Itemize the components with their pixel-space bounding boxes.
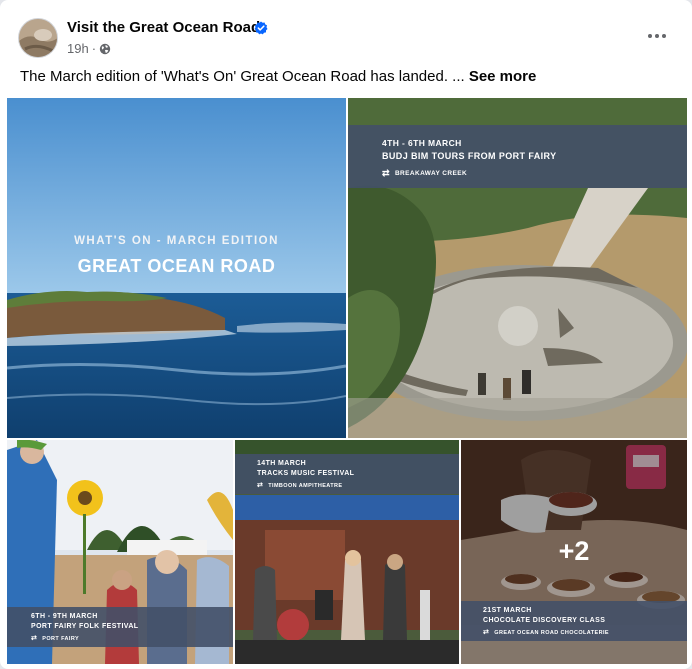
route-icon: ⇄	[483, 629, 490, 636]
chocolate-title: CHOCOLATE DISCOVERY CLASS	[483, 617, 606, 624]
more-options-icon	[648, 34, 652, 38]
verified-badge-icon	[254, 21, 268, 35]
photo-tracks-music[interactable]: 14TH MARCH TRACKS MUSIC FESTIVAL ⇄ TIMBO…	[235, 440, 459, 664]
tracks-music-banner: 14TH MARCH TRACKS MUSIC FESTIVAL ⇄ TIMBO…	[235, 454, 459, 494]
tracks-music-venue-row: ⇄ TIMBOON AMPITHEATRE	[257, 482, 342, 489]
see-more-link[interactable]: See more	[469, 68, 537, 85]
avatar-image	[19, 19, 57, 57]
folk-festival-title: PORT FAIRY FOLK FESTIVAL	[31, 623, 139, 630]
budj-bim-date: 4TH - 6TH MARCH	[382, 138, 462, 148]
post-header: Visit the Great Ocean Road 19h ·	[0, 0, 692, 66]
caption-text: The March edition of 'What's On' Great O…	[20, 68, 465, 85]
photo-folk-festival[interactable]: 6TH - 9TH MARCH PORT FAIRY FOLK FESTIVAL…	[7, 440, 233, 664]
post-card: Visit the Great Ocean Road 19h · The Mar…	[0, 0, 692, 669]
hero-subtitle: WHAT'S ON - MARCH EDITION	[74, 235, 279, 247]
chocolate-venue: GREAT OCEAN ROAD CHOCOLATERIE	[494, 629, 609, 636]
budj-bim-banner: 4TH - 6TH MARCH BUDJ BIM TOURS FROM PORT…	[348, 125, 687, 188]
post-timestamp[interactable]: 19h	[67, 41, 89, 56]
globe-icon[interactable]	[99, 43, 111, 55]
post-caption: The March edition of 'What's On' Great O…	[20, 68, 536, 85]
budj-bim-title: BUDJ BIM TOURS FROM PORT FAIRY	[382, 151, 557, 161]
more-options-button[interactable]	[641, 24, 673, 48]
budj-bim-venue: BREAKAWAY CREEK	[394, 170, 468, 177]
route-icon: ⇄	[382, 168, 390, 178]
budj-bim-venue-row: ⇄ BREAKAWAY CREEK	[382, 169, 467, 178]
folk-festival-venue: PORT FAIRY	[42, 635, 80, 642]
chocolate-date: 21ST MARCH	[483, 607, 532, 614]
tracks-music-date: 14TH MARCH	[257, 460, 307, 467]
hero-title: GREAT OCEAN ROAD	[77, 256, 276, 276]
post-meta: 19h ·	[67, 41, 111, 56]
tracks-music-venue: TIMBOON AMPITHEATRE	[268, 482, 343, 489]
folk-festival-banner: 6TH - 9TH MARCH PORT FAIRY FOLK FESTIVAL…	[7, 607, 233, 647]
page-avatar[interactable]	[18, 18, 58, 58]
photo-budj-bim[interactable]: 4TH - 6TH MARCH BUDJ BIM TOURS FROM PORT…	[348, 98, 687, 438]
folk-festival-venue-row: ⇄ PORT FAIRY	[31, 635, 79, 642]
photo-hero[interactable]: WHAT'S ON - MARCH EDITION GREAT OCEAN RO…	[7, 98, 346, 438]
tracks-music-title: TRACKS MUSIC FESTIVAL	[257, 470, 355, 477]
chocolate-venue-row: ⇄ GREAT OCEAN ROAD CHOCOLATERIE	[483, 629, 609, 636]
folk-festival-date: 6TH - 9TH MARCH	[31, 613, 98, 620]
route-icon: ⇄	[31, 635, 38, 642]
photo-chocolate[interactable]: +2 21ST MARCH CHOCOLATE DISCOVERY CLASS …	[461, 440, 687, 664]
more-photos-count[interactable]: +2	[461, 536, 687, 567]
meta-separator: ·	[91, 41, 97, 56]
page-name-link[interactable]: Visit the Great Ocean Road	[67, 19, 260, 36]
chocolate-banner: 21ST MARCH CHOCOLATE DISCOVERY CLASS ⇄ G…	[461, 601, 687, 641]
route-icon: ⇄	[257, 482, 264, 489]
